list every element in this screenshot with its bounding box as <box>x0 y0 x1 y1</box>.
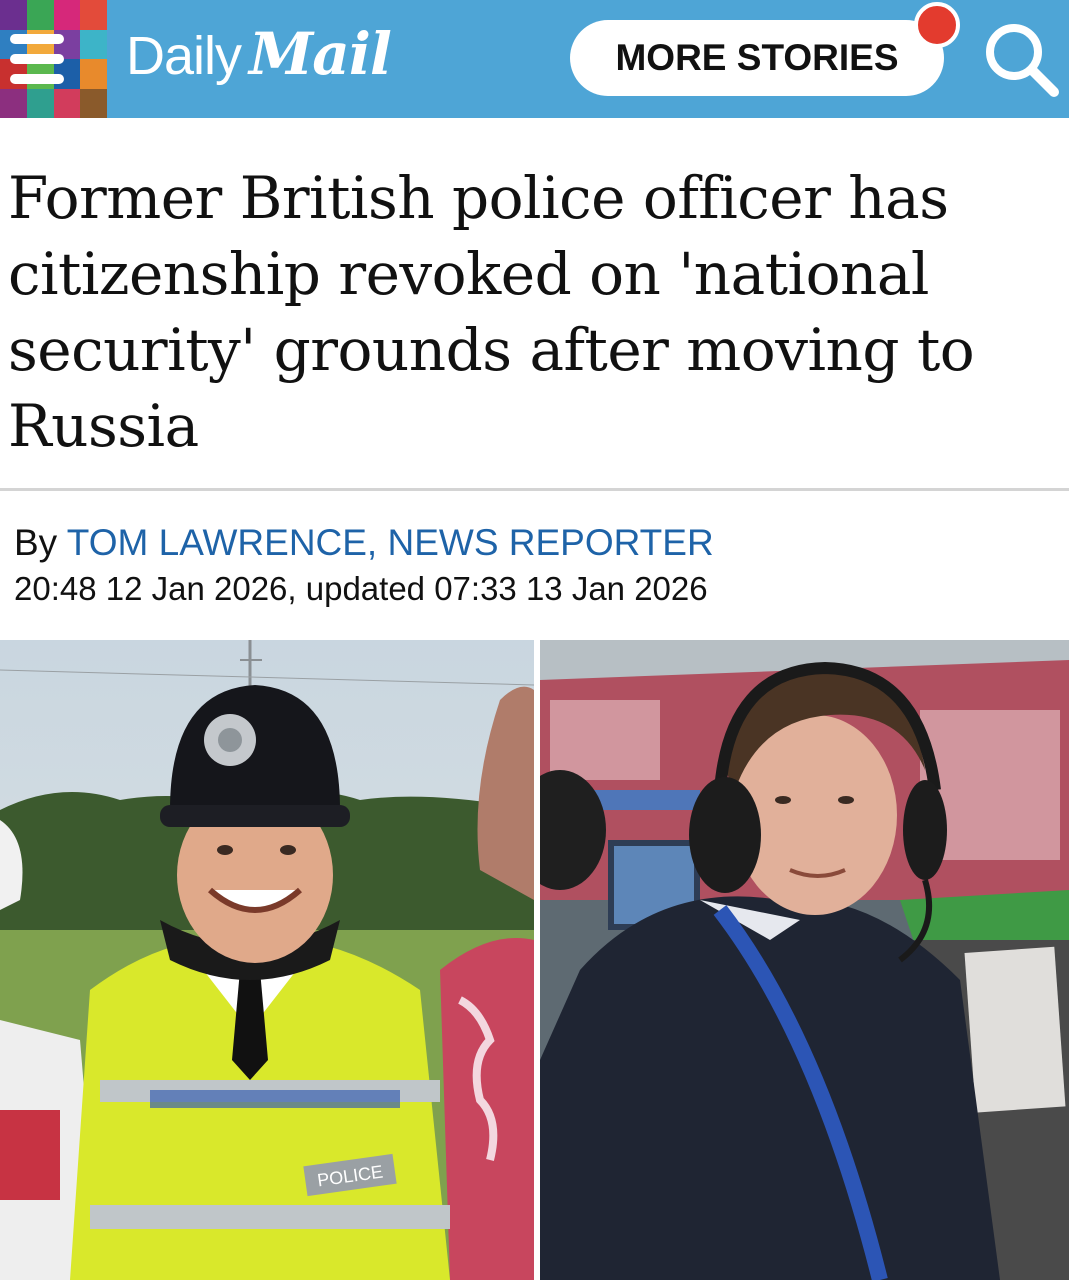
article-headline: Former British police officer has citize… <box>8 164 975 460</box>
more-stories-button[interactable]: MORE STORIES <box>570 20 944 96</box>
logo-daily: Daily <box>126 26 242 86</box>
notification-dot <box>914 2 960 48</box>
author-link[interactable]: TOM LAWRENCE, NEWS REPORTER <box>67 522 714 563</box>
divider <box>0 488 1069 491</box>
hamburger-menu-icon[interactable] <box>6 26 68 92</box>
search-icon[interactable] <box>982 20 1060 98</box>
dateline: 20:48 12 Jan 2026, updated 07:33 13 Jan … <box>14 570 708 607</box>
article-photo-right[interactable] <box>540 640 1069 1280</box>
commentator-photo <box>540 640 1069 1280</box>
byline: By TOM LAWRENCE, NEWS REPORTER <box>14 522 714 564</box>
logo-mail: Mail <box>249 20 392 88</box>
article-photo-left[interactable]: POLICE <box>0 640 534 1280</box>
site-logo[interactable]: Daily Mail <box>126 20 392 100</box>
police-officer-photo: POLICE <box>0 640 534 1280</box>
site-header: Daily Mail MORE STORIES <box>0 0 1069 118</box>
byline-prefix: By <box>14 522 67 563</box>
